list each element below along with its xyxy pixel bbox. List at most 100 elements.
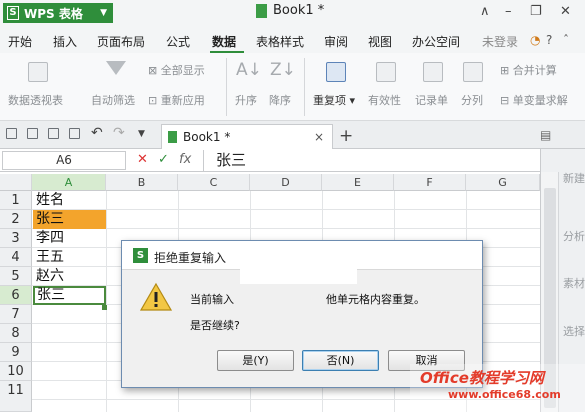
row-header[interactable]: 8: [0, 324, 32, 343]
tab-review[interactable]: 审阅: [324, 33, 348, 50]
cell-a4[interactable]: 王五: [33, 248, 106, 267]
close-button[interactable]: ✕: [560, 4, 571, 19]
tab-book1[interactable]: Book1 * ×: [161, 124, 333, 149]
single-var-button[interactable]: ⊟ 单变量求解: [500, 92, 568, 108]
validity-button[interactable]: 有效性: [368, 92, 401, 108]
wps-logo-icon: S: [133, 248, 148, 263]
document-title: Book1 *: [256, 3, 324, 18]
row-header[interactable]: 4: [0, 248, 32, 267]
chevron-down-icon: ▼: [100, 8, 107, 18]
new-tab-button[interactable]: +: [339, 126, 353, 146]
records-button[interactable]: 记录单: [415, 92, 448, 108]
autofilter-button[interactable]: 自动筛选: [91, 92, 135, 108]
column-header[interactable]: E: [322, 174, 394, 191]
cell-a6-active[interactable]: 张三: [33, 286, 106, 305]
split-column-button[interactable]: 分列: [461, 92, 483, 108]
tab-list-icon[interactable]: ▤: [540, 128, 551, 142]
row-header[interactable]: 1: [0, 191, 32, 210]
dialog-title: 拒绝重复输入: [154, 251, 227, 265]
preview-icon[interactable]: [69, 128, 80, 139]
pane-select[interactable]: 选择: [563, 323, 585, 339]
tab-insert[interactable]: 插入: [53, 33, 77, 50]
cancel-edit-icon[interactable]: ✕: [137, 152, 148, 167]
tab-view[interactable]: 视图: [368, 33, 392, 50]
wps-logo-icon: S: [7, 6, 19, 20]
row-header[interactable]: 6: [0, 286, 32, 305]
pivot-table-button[interactable]: 数据透视表: [8, 92, 63, 108]
sort-descending-icon: Z↓: [270, 60, 296, 80]
dialog-question: 是否继续?: [190, 319, 240, 332]
open-icon[interactable]: [6, 128, 17, 139]
pivot-table-icon: [28, 62, 48, 82]
maximize-button[interactable]: ❐: [530, 4, 542, 19]
document-icon: [256, 3, 267, 18]
cell-a1[interactable]: 姓名: [33, 191, 106, 210]
grid-row: [32, 191, 540, 210]
records-icon: [423, 62, 443, 82]
column-header[interactable]: B: [106, 174, 178, 191]
column-header[interactable]: A: [32, 174, 106, 191]
tab-office-space[interactable]: 办公空间: [412, 33, 460, 50]
sort-ascending-button[interactable]: 升序: [235, 92, 257, 108]
tab-page-layout[interactable]: 页面布局: [97, 33, 145, 50]
minimize-button[interactable]: –: [505, 4, 512, 19]
app-menu-button[interactable]: S WPS 表格 ▼: [3, 3, 113, 23]
column-header[interactable]: G: [466, 174, 540, 191]
duplicates-icon: [326, 62, 346, 82]
reapply-button[interactable]: ⊡ 重新应用: [148, 92, 205, 108]
pane-material[interactable]: 素材: [563, 275, 585, 291]
select-all-corner[interactable]: [0, 174, 32, 191]
insert-function-icon[interactable]: fx: [179, 152, 191, 167]
save-icon[interactable]: [27, 128, 38, 139]
column-header[interactable]: F: [394, 174, 466, 191]
row-header[interactable]: 2: [0, 210, 32, 229]
ribbon-collapse-button[interactable]: ∧: [480, 4, 490, 19]
row-header[interactable]: 3: [0, 229, 32, 248]
fill-handle[interactable]: [102, 305, 107, 310]
cell-a5[interactable]: 赵六: [33, 267, 106, 286]
split-column-icon: [463, 62, 483, 82]
ribbon-divider: [226, 58, 227, 116]
chevron-up-icon[interactable]: ˆ: [563, 33, 569, 47]
yes-button[interactable]: 是(Y): [217, 350, 294, 371]
row-header[interactable]: 11: [0, 381, 32, 412]
tab-data[interactable]: 数据: [212, 33, 236, 50]
duplicates-button[interactable]: 重复项 ▾: [313, 92, 355, 108]
dialog-overlay-patch: [240, 268, 357, 284]
chevron-down-icon[interactable]: ▼: [138, 129, 145, 139]
merge-calc-button[interactable]: ⊞ 合并计算: [500, 62, 557, 78]
validity-icon: [376, 62, 396, 82]
skin-icon[interactable]: ◔: [530, 33, 540, 47]
tab-formula[interactable]: 公式: [166, 33, 190, 50]
print-icon[interactable]: [48, 128, 59, 139]
pane-analysis[interactable]: 分析: [563, 228, 585, 244]
column-header[interactable]: D: [250, 174, 322, 191]
tab-start[interactable]: 开始: [8, 33, 32, 50]
cell-a2[interactable]: 张三: [33, 210, 106, 229]
watermark-url: www.office68.com: [448, 388, 561, 401]
redo-icon[interactable]: ↷: [113, 125, 125, 141]
cell-a3[interactable]: 李四: [33, 229, 106, 248]
undo-icon[interactable]: ↶: [91, 125, 103, 141]
ribbon-divider: [304, 58, 305, 116]
sort-ascending-icon: A↓: [236, 60, 262, 80]
pane-new[interactable]: 新建: [563, 170, 585, 186]
no-button[interactable]: 否(N): [302, 350, 379, 371]
sort-descending-button[interactable]: 降序: [269, 92, 291, 108]
grid-row: [32, 210, 540, 229]
row-header[interactable]: 7: [0, 305, 32, 324]
formula-input[interactable]: 张三: [203, 150, 557, 171]
tab-table-style[interactable]: 表格样式: [256, 33, 304, 50]
row-header[interactable]: 9: [0, 343, 32, 362]
show-all-button[interactable]: ⊠ 全部显示: [148, 62, 205, 78]
confirm-edit-icon[interactable]: ✓: [158, 152, 169, 167]
dialog-message: 当前输入 他单元格内容重复。: [190, 291, 425, 306]
help-icon[interactable]: ?: [546, 33, 552, 47]
warning-icon: [140, 282, 172, 311]
row-header[interactable]: 5: [0, 267, 32, 286]
row-header[interactable]: 10: [0, 362, 32, 381]
name-box[interactable]: A6: [2, 151, 126, 170]
column-header[interactable]: C: [178, 174, 250, 191]
login-link[interactable]: 未登录: [482, 33, 518, 50]
close-tab-icon[interactable]: ×: [314, 130, 324, 144]
